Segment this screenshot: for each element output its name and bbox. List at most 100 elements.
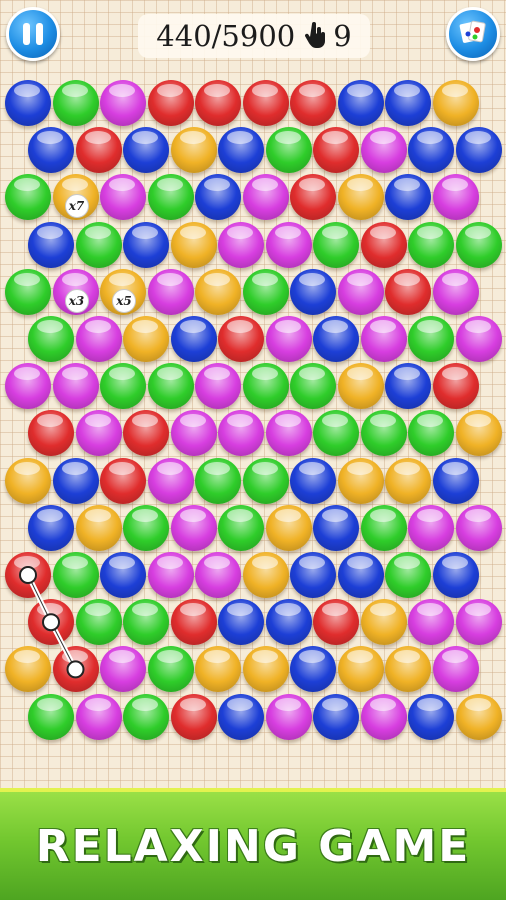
ball-red[interactable]	[52, 646, 99, 693]
ball-green[interactable]	[218, 504, 264, 551]
ball-green[interactable]	[5, 268, 51, 315]
ball-blue[interactable]	[5, 80, 51, 126]
ball-orange[interactable]	[455, 410, 502, 457]
ball-green[interactable]	[313, 410, 359, 457]
ball-orange[interactable]	[432, 80, 479, 126]
ball-red[interactable]	[100, 457, 146, 504]
ball-orange[interactable]	[385, 646, 431, 693]
ball-orange[interactable]	[5, 646, 51, 693]
ball-blue[interactable]	[170, 316, 217, 362]
ball-magenta[interactable]	[432, 646, 479, 693]
ball-blue[interactable]	[195, 174, 241, 221]
ball-orange[interactable]	[170, 221, 217, 268]
ball-orange[interactable]	[337, 174, 384, 221]
ball-blue[interactable]	[313, 504, 359, 551]
ball-blue[interactable]	[455, 127, 502, 174]
ball-blue[interactable]	[385, 80, 431, 126]
ball-blue[interactable]	[337, 80, 384, 126]
ball-green[interactable]	[52, 80, 99, 126]
ball-magenta[interactable]	[170, 410, 217, 457]
ball-orange[interactable]	[195, 268, 241, 315]
ball-orange[interactable]	[123, 316, 169, 362]
ball-blue[interactable]	[28, 221, 74, 268]
ball-green[interactable]	[242, 457, 289, 504]
ball-green[interactable]	[28, 316, 74, 362]
ball-red[interactable]	[147, 80, 194, 126]
ball-magenta[interactable]	[432, 268, 479, 315]
ball-orange[interactable]	[242, 552, 289, 598]
ball-green[interactable]	[123, 504, 169, 551]
ball-blue[interactable]	[123, 127, 169, 174]
pause-button[interactable]	[6, 7, 60, 61]
ball-red[interactable]	[360, 221, 407, 268]
ball-green[interactable]	[290, 363, 336, 410]
ball-orange[interactable]	[170, 127, 217, 174]
ball-red[interactable]	[5, 552, 51, 598]
ball-magenta[interactable]	[432, 174, 479, 221]
ball-magenta[interactable]	[455, 316, 502, 362]
ball-green[interactable]	[408, 316, 454, 362]
ball-magenta[interactable]	[75, 316, 122, 362]
ball-blue[interactable]	[218, 693, 264, 740]
ball-blue[interactable]	[290, 646, 336, 693]
ball-magenta[interactable]	[100, 80, 146, 126]
ball-magenta[interactable]	[218, 221, 264, 268]
ball-magenta[interactable]	[195, 552, 241, 598]
ball-red[interactable]	[313, 599, 359, 646]
ball-blue[interactable]	[385, 363, 431, 410]
ball-blue[interactable]	[290, 457, 336, 504]
ball-magenta[interactable]	[75, 410, 122, 457]
ball-magenta[interactable]	[52, 363, 99, 410]
ball-blue[interactable]	[28, 127, 74, 174]
ball-green[interactable]	[147, 174, 194, 221]
ball-blue[interactable]	[290, 268, 336, 315]
ball-orange[interactable]	[265, 504, 312, 551]
ball-orange[interactable]	[337, 646, 384, 693]
ball-magenta[interactable]	[147, 552, 194, 598]
ball-magenta[interactable]	[360, 693, 407, 740]
ball-magenta[interactable]	[147, 457, 194, 504]
ball-blue[interactable]	[100, 552, 146, 598]
ball-green[interactable]	[455, 221, 502, 268]
ball-red[interactable]	[195, 80, 241, 126]
ball-blue[interactable]	[290, 552, 336, 598]
ball-green[interactable]	[360, 504, 407, 551]
ball-blue[interactable]	[123, 221, 169, 268]
ball-blue[interactable]	[385, 174, 431, 221]
ball-red[interactable]	[170, 693, 217, 740]
ball-green[interactable]	[313, 221, 359, 268]
ball-blue[interactable]	[28, 504, 74, 551]
ball-magenta[interactable]	[265, 221, 312, 268]
ball-blue[interactable]	[265, 599, 312, 646]
ball-orange[interactable]	[242, 646, 289, 693]
ball-magenta[interactable]	[455, 599, 502, 646]
ball-blue[interactable]	[313, 316, 359, 362]
ball-red[interactable]	[290, 174, 336, 221]
ball-blue[interactable]	[218, 127, 264, 174]
ball-orange[interactable]	[75, 504, 122, 551]
ball-red[interactable]	[218, 316, 264, 362]
ball-green[interactable]	[408, 410, 454, 457]
ball-green[interactable]	[147, 646, 194, 693]
ball-green[interactable]	[385, 552, 431, 598]
ball-blue[interactable]	[408, 693, 454, 740]
ball-magenta[interactable]	[75, 693, 122, 740]
ball-orange[interactable]	[337, 457, 384, 504]
ball-green[interactable]	[75, 599, 122, 646]
ball-green[interactable]	[5, 174, 51, 221]
ball-magenta[interactable]	[100, 646, 146, 693]
ball-blue[interactable]	[313, 693, 359, 740]
ball-green[interactable]	[123, 599, 169, 646]
ball-magenta[interactable]	[360, 127, 407, 174]
ball-magenta[interactable]	[265, 693, 312, 740]
ball-magenta[interactable]	[195, 363, 241, 410]
ball-blue[interactable]	[432, 552, 479, 598]
ball-red[interactable]	[123, 410, 169, 457]
ball-orange[interactable]	[337, 363, 384, 410]
ball-magenta[interactable]	[408, 599, 454, 646]
ball-magenta[interactable]	[147, 268, 194, 315]
ball-magenta[interactable]	[360, 316, 407, 362]
ball-red[interactable]	[75, 127, 122, 174]
ball-blue[interactable]	[218, 599, 264, 646]
ball-green[interactable]	[195, 457, 241, 504]
